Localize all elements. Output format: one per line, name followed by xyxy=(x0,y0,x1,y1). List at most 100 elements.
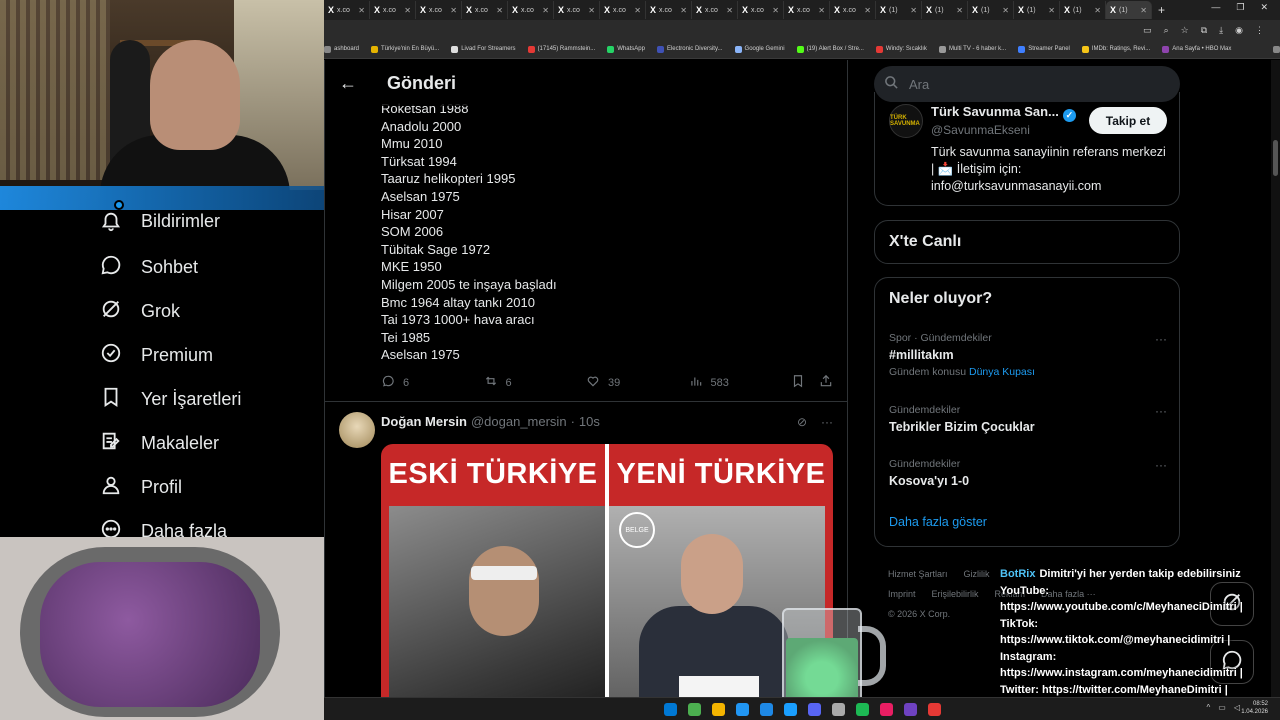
browser-tab[interactable]: Xx.co ✕ xyxy=(738,1,784,19)
show-more-link[interactable]: Daha fazla göster xyxy=(889,515,987,529)
bookmark-item[interactable]: Windy: Sıcaklık xyxy=(875,45,927,53)
bookmark-item[interactable]: Tüm Yer İşaretleri xyxy=(1273,45,1280,53)
taskbar-app-icon[interactable] xyxy=(903,702,917,716)
zoom-icon[interactable]: ⌕ xyxy=(1164,25,1169,36)
browser-tab[interactable]: Xx.co ✕ xyxy=(324,1,370,19)
browser-tab[interactable]: X (1) ✕ xyxy=(1060,1,1106,19)
grok-explain-icon[interactable]: ⊘ xyxy=(797,415,807,429)
account-handle[interactable]: @SavunmaEkseni xyxy=(931,123,1030,137)
browser-tab[interactable]: X (1) ✕ xyxy=(876,1,922,19)
close-tab-icon[interactable]: ✕ xyxy=(910,6,917,15)
bookmark-item[interactable]: Electronic Diversity... xyxy=(656,45,723,53)
browser-tab[interactable]: X (1) ✕ xyxy=(1106,1,1152,19)
like-button[interactable]: 39 xyxy=(586,374,689,391)
bookmark-item[interactable]: IMDb: Ratings, Revi... xyxy=(1081,45,1150,53)
nav-premium[interactable]: Premium xyxy=(100,342,213,369)
follow-button[interactable]: Takip et xyxy=(1089,107,1167,134)
network-icon[interactable]: ▭ xyxy=(1218,703,1226,712)
terms-link[interactable]: Hizmet Şartları xyxy=(888,569,948,579)
nav-notifications[interactable]: Bildirimler xyxy=(100,200,220,232)
close-tab-icon[interactable]: ✕ xyxy=(404,6,411,15)
bookmark-item[interactable]: Multi TV - 6 haber k... xyxy=(938,45,1006,53)
menu-icon[interactable]: ⋮ xyxy=(1255,25,1264,36)
reply-button[interactable]: 6 xyxy=(381,374,484,391)
views-button[interactable]: 583 xyxy=(689,374,792,391)
back-arrow-icon[interactable]: ← xyxy=(325,73,371,94)
close-tab-icon[interactable]: ✕ xyxy=(1140,6,1147,15)
taskbar-app-icon[interactable] xyxy=(855,702,869,716)
close-tab-icon[interactable]: ✕ xyxy=(1002,6,1009,15)
close-tab-icon[interactable]: ✕ xyxy=(542,6,549,15)
bookmark-item[interactable]: Türkiye'nin En Büyü... xyxy=(371,45,439,53)
trend-item[interactable]: Gündemdekiler Tebrikler Bizim Çocuklar ·… xyxy=(889,404,1167,434)
trend-item[interactable]: Spor · Gündemdekiler #millitakım Gündem … xyxy=(889,332,1167,378)
browser-tab[interactable]: Xx.co ✕ xyxy=(416,1,462,19)
bookmark-item[interactable]: Streamer Panel xyxy=(1018,45,1070,53)
browser-tab[interactable]: X (1) ✕ xyxy=(1014,1,1060,19)
taskbar-app-icon[interactable] xyxy=(783,702,797,716)
nav-grok[interactable]: Grok xyxy=(100,298,180,325)
browser-tab[interactable]: X (1) ✕ xyxy=(968,1,1014,19)
bookmark-item[interactable]: WhatsApp xyxy=(607,45,645,53)
privacy-link[interactable]: Gizlilik xyxy=(964,569,990,579)
live-on-x-card[interactable]: X'te Canlı xyxy=(874,220,1180,264)
close-tab-icon[interactable]: ✕ xyxy=(1094,6,1101,15)
taskbar-app-icon[interactable] xyxy=(831,702,845,716)
reply-post[interactable]: Doğan Mersin @dogan_mersin · 10s ⊘ ··· E… xyxy=(325,402,847,720)
star-icon[interactable]: ☆ xyxy=(1181,25,1189,36)
trend-topic-link[interactable]: Dünya Kupası xyxy=(969,366,1035,378)
volume-icon[interactable]: ◁ xyxy=(1234,703,1240,712)
close-tab-icon[interactable]: ✕ xyxy=(956,6,963,15)
bookmark-item[interactable]: (17145) Rammstein... xyxy=(527,45,595,53)
new-tab-button[interactable]: + xyxy=(1158,3,1165,17)
taskbar-app-icon[interactable] xyxy=(927,702,941,716)
maximize-icon[interactable]: ❐ xyxy=(1236,2,1244,13)
nav-articles[interactable]: Makaleler xyxy=(100,430,219,457)
minimize-icon[interactable]: — xyxy=(1211,2,1220,13)
download-icon[interactable]: ⤓ xyxy=(1219,25,1223,36)
chevron-up-icon[interactable]: ^ xyxy=(1207,703,1211,712)
author-name[interactable]: Doğan Mersin xyxy=(381,414,467,429)
close-tab-icon[interactable]: ✕ xyxy=(450,6,457,15)
taskbar-app-icon[interactable] xyxy=(807,702,821,716)
share-icon[interactable] xyxy=(819,374,833,391)
nav-bookmarks[interactable]: Yer İşaretleri xyxy=(100,386,241,413)
more-options-icon[interactable]: ··· xyxy=(1155,458,1167,472)
bookmark-item[interactable]: Google Gemini xyxy=(734,45,785,53)
account-name[interactable]: Türk Savunma San... ✓ xyxy=(931,104,1076,122)
bookmark-post-icon[interactable] xyxy=(791,374,805,391)
browser-tab[interactable]: Xx.co ✕ xyxy=(508,1,554,19)
close-tab-icon[interactable]: ✕ xyxy=(1048,6,1055,15)
close-window-icon[interactable]: ✕ xyxy=(1260,2,1268,13)
bookmark-item[interactable]: Ana Sayfa • HBO Max xyxy=(1162,45,1231,53)
close-tab-icon[interactable]: ✕ xyxy=(680,6,687,15)
browser-tab[interactable]: Xx.co ✕ xyxy=(462,1,508,19)
author-handle[interactable]: @dogan_mersin xyxy=(471,414,567,429)
close-tab-icon[interactable]: ✕ xyxy=(588,6,595,15)
close-tab-icon[interactable]: ✕ xyxy=(818,6,825,15)
extensions-icon[interactable]: ⧉ xyxy=(1201,25,1207,36)
accessibility-link[interactable]: Erişilebilirlik xyxy=(932,589,979,599)
taskbar-app-icon[interactable] xyxy=(759,702,773,716)
imprint-link[interactable]: Imprint xyxy=(888,589,916,599)
repost-button[interactable]: 6 xyxy=(484,374,587,391)
profile-icon[interactable]: ◉ xyxy=(1235,25,1243,36)
taskbar-app-icon[interactable] xyxy=(687,702,701,716)
taskbar-app-icon[interactable] xyxy=(711,702,725,716)
browser-tab[interactable]: Xx.co ✕ xyxy=(600,1,646,19)
more-options-icon[interactable]: ··· xyxy=(1155,332,1167,346)
close-tab-icon[interactable]: ✕ xyxy=(772,6,779,15)
bookmark-item[interactable]: Livad For Streamers xyxy=(451,45,516,53)
close-tab-icon[interactable]: ✕ xyxy=(726,6,733,15)
more-options-icon[interactable]: ··· xyxy=(821,415,833,429)
browser-tab[interactable]: Xx.co ✕ xyxy=(784,1,830,19)
taskbar-app-icon[interactable] xyxy=(663,702,677,716)
browser-tab[interactable]: Xx.co ✕ xyxy=(554,1,600,19)
browser-tab[interactable]: Xx.co ✕ xyxy=(692,1,738,19)
trend-item[interactable]: Gündemdekiler Kosova'yı 1-0 ··· xyxy=(889,458,1167,488)
close-tab-icon[interactable]: ✕ xyxy=(634,6,641,15)
taskbar-app-icon[interactable] xyxy=(879,702,893,716)
cast-icon[interactable]: ▭ xyxy=(1143,25,1152,36)
browser-tab[interactable]: Xx.co ✕ xyxy=(830,1,876,19)
close-tab-icon[interactable]: ✕ xyxy=(358,6,365,15)
